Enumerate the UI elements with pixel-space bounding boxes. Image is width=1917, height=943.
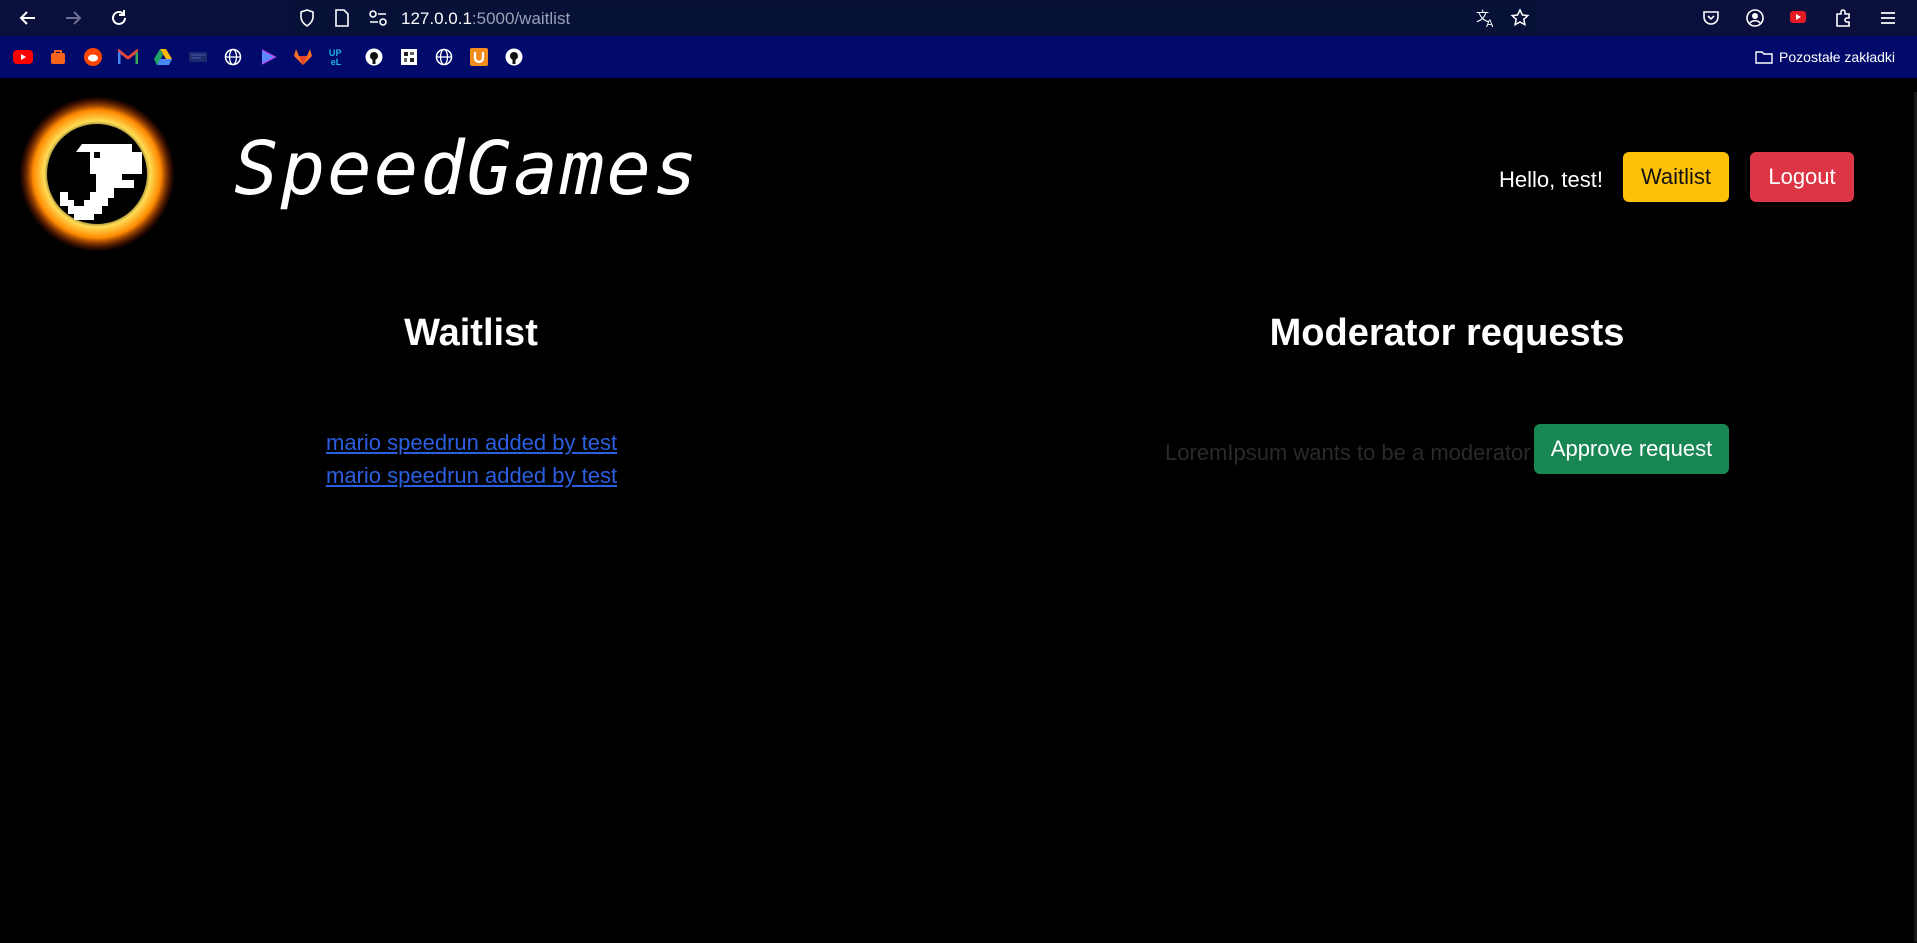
bookmark-u[interactable] (469, 47, 489, 67)
bookmark-globe-1[interactable] (223, 47, 243, 67)
bookmark-globe-2[interactable] (434, 47, 454, 67)
permissions-icon (369, 10, 387, 26)
drive-icon (154, 49, 172, 65)
moderator-requests-heading: Moderator requests (1269, 312, 1625, 354)
arrow-left-icon (19, 11, 35, 25)
forward-button[interactable] (59, 4, 87, 32)
folder-icon (1755, 51, 1773, 64)
moderator-request-text: LoremIpsum wants to be a moderator (1165, 440, 1531, 465)
extension-button[interactable] (1785, 4, 1813, 32)
puzzle-icon (1836, 9, 1850, 27)
translate-icon[interactable]: 文A (1475, 8, 1497, 28)
play-icon (261, 49, 277, 65)
address-bar[interactable]: 127.0.0.1:5000/waitlist 文A (290, 1, 1538, 35)
globe-icon (224, 48, 242, 66)
gitlab-icon (294, 49, 312, 65)
pocket-icon (1703, 11, 1719, 25)
bookmarks-bar: UP eL Pozostałe zakładki (0, 36, 1917, 78)
globe-icon (435, 48, 453, 66)
youtube-icon (13, 50, 33, 64)
bookmark-github-2[interactable] (504, 47, 524, 67)
bookmark-puzzle[interactable] (399, 47, 419, 67)
shield-icon (300, 9, 314, 27)
svg-text:A: A (1486, 18, 1494, 28)
bookmark-gmail[interactable] (118, 47, 138, 67)
bookmark-youtube[interactable] (13, 47, 33, 67)
brand-title[interactable]: SpeedGames (234, 126, 700, 212)
puzzle-icon (401, 49, 417, 65)
github-icon (505, 48, 523, 66)
logout-button[interactable]: Logout (1750, 152, 1854, 202)
waitlist-item-link[interactable]: mario speedrun added by test (326, 430, 617, 456)
github-icon (365, 48, 383, 66)
upel-icon: UPeL (329, 48, 342, 67)
bag-icon (51, 50, 65, 64)
page-content: SpeedGames Hello, test! Waitlist Logout … (0, 78, 1917, 943)
url-path: :5000/waitlist (471, 9, 571, 28)
tab-icon (189, 52, 207, 62)
u-icon (470, 48, 488, 66)
url-text: 127.0.0.1:5000/waitlist (401, 9, 570, 29)
bookmark-bag[interactable] (48, 47, 68, 67)
arrow-right-icon (66, 11, 82, 25)
dino-fire-logo[interactable] (12, 94, 182, 254)
account-icon (1746, 9, 1764, 27)
extensions-button[interactable] (1829, 4, 1857, 32)
reddit-icon (84, 48, 102, 66)
waitlist-button[interactable]: Waitlist (1623, 152, 1729, 202)
url-host: 127.0.0.1 (401, 9, 472, 28)
bookmark-gitlab[interactable] (293, 47, 313, 67)
bookmark-tab[interactable] (188, 47, 208, 67)
bookmark-reddit[interactable] (83, 47, 103, 67)
bookmark-play[interactable] (258, 47, 278, 67)
bookmark-upel[interactable]: UP eL (328, 47, 348, 67)
youtube-extension-icon (1790, 11, 1806, 23)
reload-icon (112, 10, 126, 25)
star-icon[interactable] (1510, 8, 1530, 28)
menu-button[interactable] (1874, 4, 1902, 32)
reload-button[interactable] (105, 4, 133, 32)
user-greeting: Hello, test! (1499, 167, 1603, 192)
back-button[interactable] (14, 4, 42, 32)
page-icon (335, 9, 349, 27)
gmail-icon (118, 49, 138, 64)
approve-request-button[interactable]: Approve request (1534, 424, 1729, 474)
pocket-button[interactable] (1697, 4, 1725, 32)
browser-toolbar: 127.0.0.1:5000/waitlist 文A (0, 0, 1917, 36)
waitlist-heading: Waitlist (404, 312, 538, 354)
waitlist-item-link[interactable]: mario speedrun added by test (326, 463, 617, 489)
other-bookmarks[interactable]: Pozostałe zakładki (1755, 49, 1895, 65)
bookmark-github-1[interactable] (364, 47, 384, 67)
hamburger-icon (1881, 12, 1895, 24)
account-button[interactable] (1741, 4, 1769, 32)
bookmark-drive[interactable] (153, 47, 173, 67)
other-bookmarks-label: Pozostałe zakładki (1779, 49, 1895, 65)
svg-text:eL: eL (331, 57, 342, 67)
